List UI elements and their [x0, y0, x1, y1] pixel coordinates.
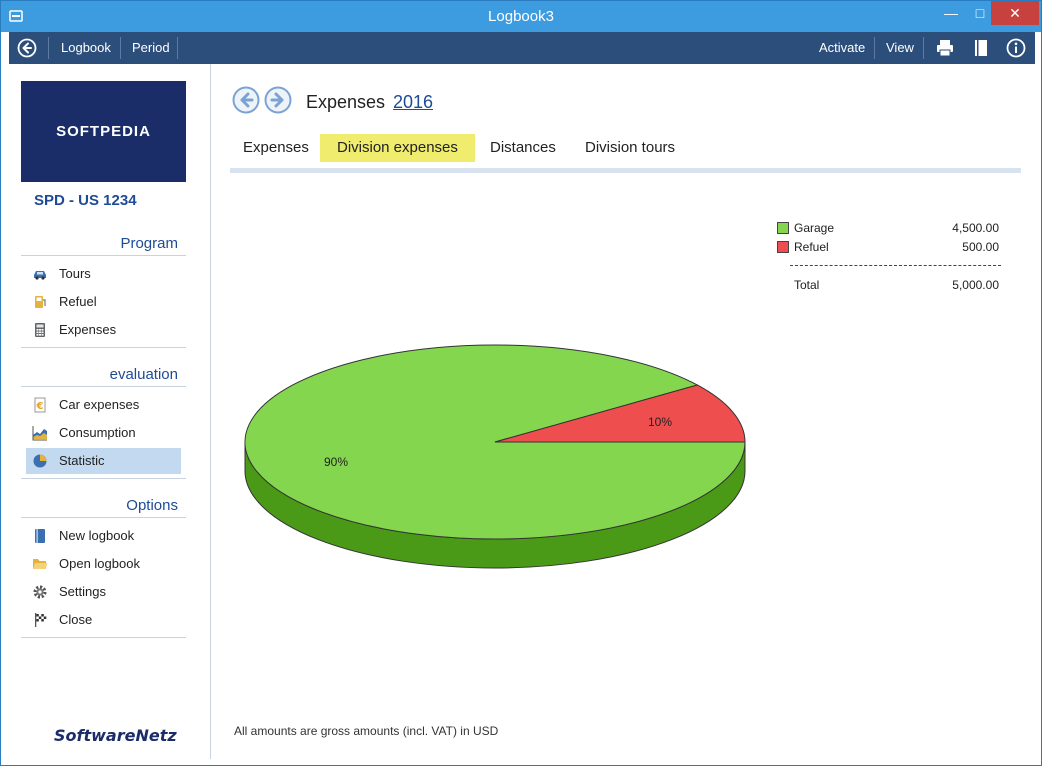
minimize-button[interactable]: —: [935, 1, 967, 25]
sidebar-item-car-expenses[interactable]: € Car expenses: [26, 392, 181, 418]
legend-total-value: 5,000.00: [952, 278, 999, 292]
legend-value: 500.00: [962, 240, 999, 254]
previous-icon[interactable]: [232, 86, 260, 114]
sidebar-item-settings[interactable]: Settings: [26, 579, 181, 605]
tab-expenses[interactable]: Expenses: [243, 134, 309, 162]
sidebar-item-new-logbook[interactable]: New logbook: [26, 523, 181, 549]
calculator-icon: [35, 323, 45, 337]
svg-text:€: €: [36, 401, 44, 412]
sidebar-divider: [21, 637, 186, 638]
vehicle-logo: SOFTPEDIA: [21, 81, 186, 182]
next-icon[interactable]: [264, 86, 292, 114]
chart-legend: Garage 4,500.00 Refuel 500.00 Total 5,00…: [776, 219, 1001, 295]
legend-swatch: [777, 241, 789, 253]
book-icon[interactable]: [971, 38, 991, 58]
tab-underline: [230, 168, 1021, 173]
period-menu[interactable]: Period: [132, 32, 170, 64]
sidebar-divider: [21, 347, 186, 348]
app-window: Logbook3 — □ ✕ Logbook Period Activate V…: [0, 0, 1042, 766]
legend-label: Refuel: [794, 240, 829, 254]
checkered-flag-icon: [35, 613, 47, 627]
page-title: Expenses: [306, 92, 386, 112]
pie-chart: 90% 10%: [244, 344, 746, 569]
sidebar-item-consumption[interactable]: Consumption: [26, 420, 181, 446]
title-bar[interactable]: Logbook3 — □ ✕: [1, 1, 1041, 32]
legend-total-row: Total 5,000.00: [776, 276, 1001, 295]
legend-label: Garage: [794, 221, 835, 235]
gear-icon: [33, 585, 47, 599]
sidebar-divider: [21, 478, 186, 479]
year-link[interactable]: 2016: [393, 92, 433, 113]
sidebar-item-refuel[interactable]: Refuel: [26, 289, 181, 315]
sidebar-item-open-logbook[interactable]: Open logbook: [26, 551, 181, 577]
pie-label-refuel: 10%: [648, 415, 672, 429]
back-icon[interactable]: [17, 38, 37, 58]
legend-total-label: Total: [794, 278, 820, 292]
main-panel: Expenses 2016 Expenses Division expenses…: [212, 64, 1035, 759]
pie-chart-icon: [33, 454, 47, 468]
info-icon[interactable]: [1006, 38, 1026, 58]
window-title: Logbook3: [488, 8, 554, 25]
area-chart-icon: [32, 426, 47, 441]
folder-open-icon: [33, 559, 48, 569]
sidebar-item-statistic[interactable]: Statistic: [26, 448, 181, 474]
legend-divider: [790, 265, 1001, 266]
activate-menu[interactable]: Activate: [819, 32, 865, 64]
tab-distances[interactable]: Distances: [490, 134, 556, 162]
legend-row: Refuel 500.00: [776, 238, 1001, 257]
legend-row: Garage 4,500.00: [776, 219, 1001, 238]
book-icon: [35, 529, 45, 543]
footnote: All amounts are gross amounts (incl. VAT…: [234, 724, 499, 738]
vehicle-plate: SPD - US 1234: [34, 192, 137, 209]
sidebar-item-close[interactable]: Close: [26, 607, 181, 633]
sidebar-item-tours[interactable]: Tours: [26, 261, 181, 287]
sidebar-item-expenses[interactable]: Expenses: [26, 317, 181, 343]
toolbar: Logbook Period Activate View: [9, 32, 1035, 64]
sidebar: SOFTPEDIA SPD - US 1234 Program Tours Re…: [9, 64, 211, 759]
logbook-menu[interactable]: Logbook: [61, 32, 111, 64]
car-icon: [34, 271, 46, 280]
section-program-title: Program: [21, 235, 186, 256]
section-options-title: Options: [21, 497, 186, 518]
tab-division-tours[interactable]: Division tours: [585, 134, 675, 162]
close-window-button[interactable]: ✕: [991, 1, 1039, 25]
tab-division-expenses[interactable]: Division expenses: [320, 134, 475, 162]
print-icon[interactable]: [935, 38, 955, 58]
legend-value: 4,500.00: [952, 221, 999, 235]
brand-logo: SoftwareNetz: [54, 726, 177, 745]
fuel-pump-icon: [35, 296, 46, 308]
euro-document-icon: €: [34, 397, 46, 413]
legend-swatch: [777, 222, 789, 234]
section-evaluation-title: evaluation: [21, 366, 186, 387]
view-menu[interactable]: View: [886, 32, 914, 64]
pie-label-garage: 90%: [324, 455, 348, 469]
